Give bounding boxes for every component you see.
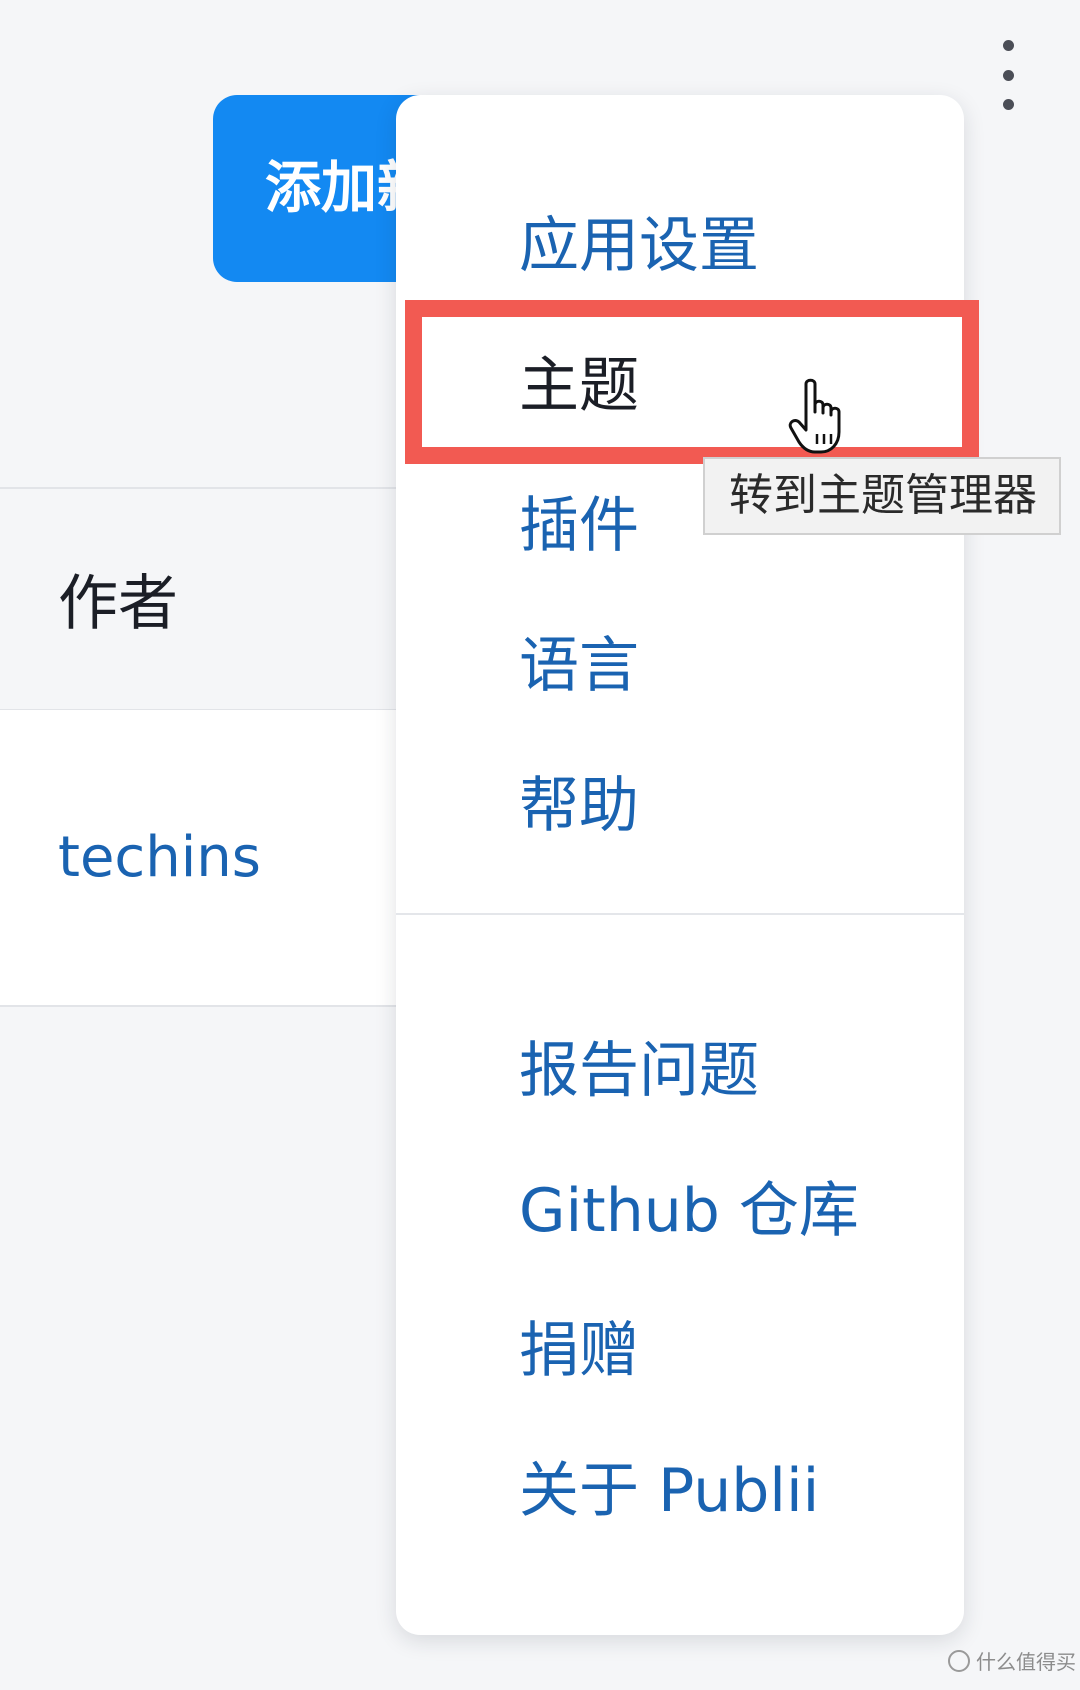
menu-item-github-repo[interactable]: Github 仓库 — [519, 1173, 859, 1249]
tooltip: 转到主题管理器 — [703, 457, 1061, 535]
menu-item-help[interactable]: 帮助 — [519, 768, 639, 844]
menu-divider — [396, 913, 964, 915]
menu-item-about-publii[interactable]: 关于 Publii — [519, 1453, 819, 1529]
more-dot-icon — [1002, 40, 1014, 51]
menu-item-report-issue[interactable]: 报告问题 — [519, 1033, 759, 1109]
watermark-logo-icon — [948, 1649, 970, 1672]
table-bottom-divider — [0, 1005, 400, 1007]
menu-item-languages[interactable]: 语言 — [519, 628, 639, 704]
more-dot-icon — [1002, 99, 1014, 110]
watermark-text: 什么值得买 — [976, 1650, 1076, 1674]
app-dropdown-menu: 应用设置 主题 插件 语言 帮助 报告问题 Github 仓库 捐赠 关于 Pu… — [396, 95, 964, 1635]
more-options-button[interactable] — [990, 40, 1026, 110]
author-column-header: 作者 — [58, 569, 178, 639]
watermark: 什么值得买 — [948, 1646, 1076, 1675]
menu-item-donate[interactable]: 捐赠 — [519, 1313, 639, 1389]
menu-item-themes[interactable]: 主题 — [519, 348, 639, 424]
menu-item-app-settings[interactable]: 应用设置 — [519, 208, 759, 284]
hand-pointer-icon — [788, 378, 841, 454]
menu-item-plugins[interactable]: 插件 — [519, 488, 639, 564]
table-top-divider — [0, 487, 400, 489]
author-link[interactable]: techins — [58, 825, 261, 890]
more-dot-icon — [1002, 69, 1014, 81]
